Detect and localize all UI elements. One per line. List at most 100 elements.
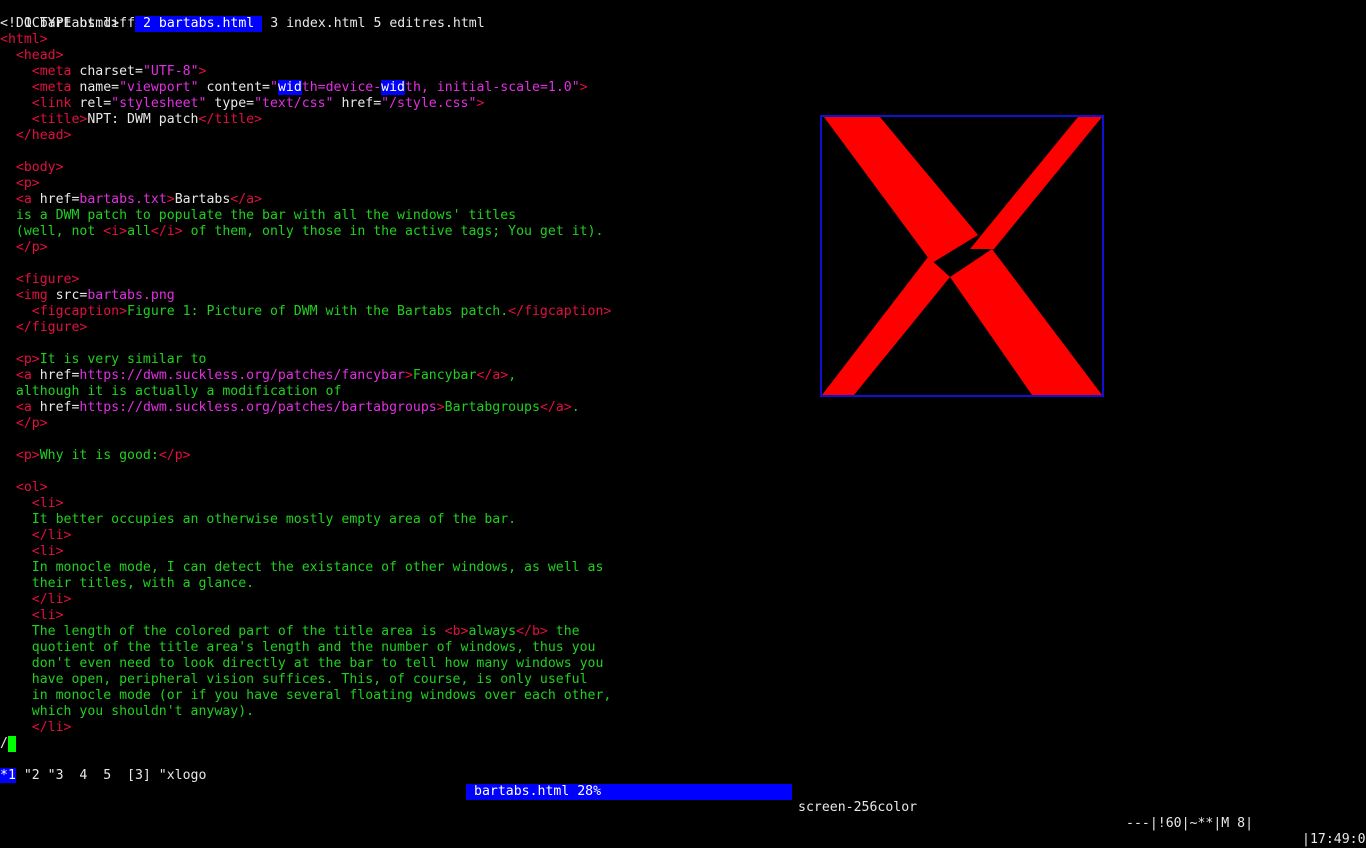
code-line: <li> [0, 496, 64, 512]
file-info: bartabs.html 28% [466, 784, 792, 800]
p-tag: <p> [15, 352, 40, 367]
tag-close: > [198, 64, 207, 79]
attr-value: "UTF-8" [142, 64, 199, 79]
tag-close: > [476, 96, 485, 111]
search-prompt[interactable]: / [0, 736, 8, 752]
code-line: (well, not <i>all</i> of them, only thos… [0, 224, 604, 240]
attr-value: bartabs.png [87, 288, 175, 303]
body-text: Figure 1: Picture of DWM with the Bartab… [127, 304, 509, 319]
li-tag: <li> [31, 608, 64, 623]
search-highlight: wid [277, 80, 302, 95]
text-cursor [8, 736, 16, 752]
code-line: although it is actually a modification o… [0, 384, 342, 400]
code-line: In monocle mode, I can detect the exista… [0, 560, 604, 576]
body-text: It better occupies an otherwise mostly e… [31, 512, 517, 527]
tag-close: > [579, 80, 588, 95]
attr-value: " [269, 80, 278, 95]
attr-value: th, initial-scale=1.0" [405, 80, 580, 95]
code-line: which you shouldn't anyway). [0, 704, 254, 720]
body-text: the [547, 624, 580, 639]
p-close-tag: </p> [158, 448, 191, 463]
window-item-active[interactable]: *1 [0, 768, 16, 783]
attr-name: type= [206, 96, 255, 111]
tag-close: > [436, 400, 445, 415]
i-close-tag: </i> [150, 224, 183, 239]
window-list-rest[interactable]: "2 "3 4 5 [3] "xlogo [16, 768, 207, 783]
meta-tag: <meta [31, 64, 72, 79]
term-type: screen-256color [798, 800, 918, 815]
i-tag: <i> [103, 224, 128, 239]
body-text: The length of the colored part of the ti… [31, 624, 445, 639]
code-line: <li> [0, 544, 64, 560]
a-close-tag: </a> [230, 192, 263, 207]
body-text: all [127, 224, 151, 239]
body-text: don't even need to look directly at the … [31, 656, 604, 671]
window-list[interactable]: *1 "2 "3 4 5 [3] "xlogo [0, 768, 206, 784]
attr-name: href= [31, 192, 80, 207]
p-close-tag: </p> [15, 416, 48, 431]
a-close-tag: </a> [476, 368, 509, 383]
attr-name: href= [333, 96, 382, 111]
code-line: quotient of the title area's length and … [0, 640, 596, 656]
head-close-tag: </head> [15, 128, 72, 143]
doctype-text: <!DOCTYPE html> [0, 16, 120, 31]
code-line: <figcaption>Figure 1: Picture of DWM wit… [0, 304, 612, 320]
a-close-tag: </a> [539, 400, 572, 415]
figure-close-tag: </figure> [15, 320, 88, 335]
code-line: <title>NPT: DWM patch</title> [0, 112, 262, 128]
attr-value: "/style.css" [381, 96, 477, 111]
tab-index-html[interactable]: 3 index.html [262, 16, 365, 32]
attr-value: "stylesheet" [111, 96, 207, 111]
link-text: Bartabs [174, 192, 231, 207]
tab-bartabs-html[interactable]: 2 bartabs.html [135, 16, 263, 32]
code-line: <link rel="stylesheet" type="text/css" h… [0, 96, 485, 112]
code-line: It better occupies an otherwise mostly e… [0, 512, 516, 528]
code-line: <img src=bartabs.png [0, 288, 175, 304]
body-text: quotient of the title area's length and … [31, 640, 596, 655]
tag-close: > [404, 368, 413, 383]
code-line: <li> [0, 608, 64, 624]
li-tag: <li> [31, 544, 64, 559]
figcaption-tag: <figcaption> [31, 304, 128, 319]
title-text: NPT: DWM patch [87, 112, 199, 127]
screen-status-bar: *1 "2 "3 4 5 [3] "xlogo bartabs.html 28%… [0, 752, 1366, 847]
a-tag: <a [15, 192, 32, 207]
body-text: . [571, 400, 580, 415]
tab-editres-html[interactable]: 5 editres.html [365, 16, 484, 32]
body-text: (well, not [15, 224, 104, 239]
body-text: which you shouldn't anyway). [31, 704, 255, 719]
body-text: although it is actually a modification o… [15, 384, 342, 399]
editor-flags: ---|!60|~**|M 8| [1126, 816, 1254, 831]
figure-tag: <figure> [15, 272, 80, 287]
li-close-tag: </li> [31, 720, 72, 735]
p-tag: <p> [15, 448, 40, 463]
img-tag: <img [15, 288, 48, 303]
attr-name: charset= [71, 64, 143, 79]
attr-value: "viewport" [119, 80, 199, 95]
body-text: have open, peripheral vision suffices. T… [31, 672, 588, 687]
code-line: don't even need to look directly at the … [0, 656, 604, 672]
attr-name: href= [31, 400, 80, 415]
body-text: in monocle mode (or if you have several … [31, 688, 612, 703]
tag-close: > [166, 192, 175, 207]
code-line: The length of the colored part of the ti… [0, 624, 580, 640]
code-line: </figure> [0, 320, 87, 336]
html-tag: <html> [0, 32, 48, 47]
link-text: Bartabgroups [444, 400, 540, 415]
code-line: have open, peripheral vision suffices. T… [0, 672, 588, 688]
body-text: , [508, 368, 517, 383]
code-line: </li> [0, 720, 72, 736]
code-line: <ol> [0, 480, 48, 496]
code-line: in monocle mode (or if you have several … [0, 688, 612, 704]
attr-name: rel= [71, 96, 112, 111]
attr-value: https://dwm.suckless.org/patches/fancyba… [79, 368, 405, 383]
xlogo-window[interactable] [820, 115, 1104, 397]
b-tag: <b> [444, 624, 469, 639]
attr-value: bartabs.txt [79, 192, 167, 207]
code-line: <a href=https://dwm.suckless.org/patches… [0, 400, 580, 416]
code-line: <figure> [0, 272, 80, 288]
attr-value: "text/css" [254, 96, 334, 111]
meta-tag: <meta [31, 80, 72, 95]
link-tag: <link [31, 96, 72, 111]
head-tag: <head> [15, 48, 64, 63]
